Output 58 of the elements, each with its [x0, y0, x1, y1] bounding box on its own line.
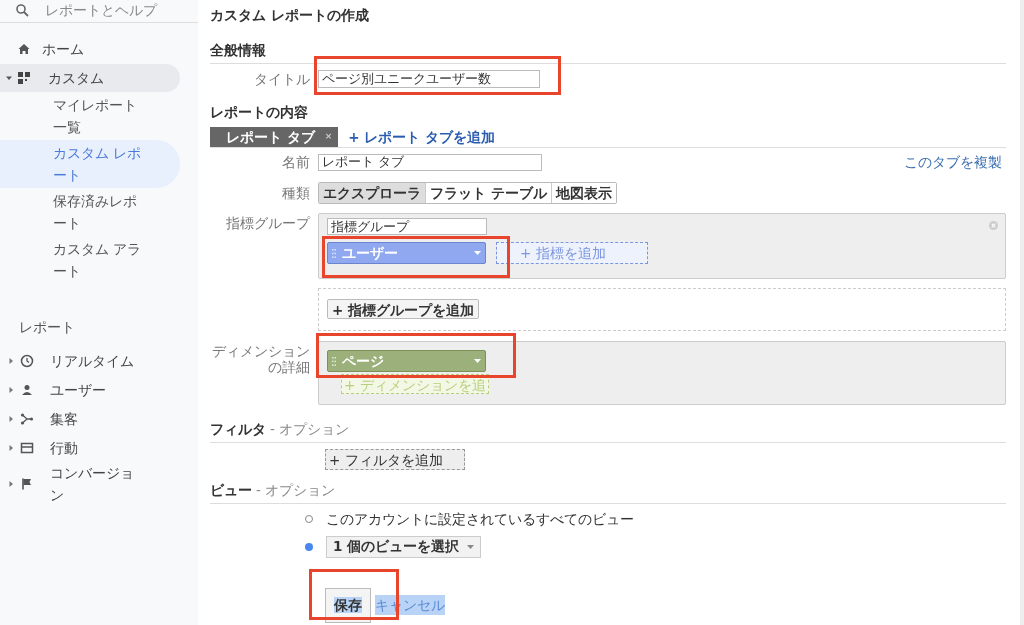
section-heading: ビュー [210, 481, 252, 501]
section-heading: レポートの内容 [210, 103, 309, 122]
group-name-field[interactable]: 指標グループ [327, 218, 487, 235]
nav-item[interactable]: ユーザー [0, 375, 180, 404]
field-label: 名前 [281, 152, 311, 172]
person-icon [20, 382, 34, 397]
radio-button[interactable] [305, 542, 313, 551]
nav-item[interactable]: 行動 [0, 433, 180, 462]
field-label: タイトル [253, 69, 311, 89]
dropdown-arrow-icon[interactable] [467, 544, 475, 549]
dropdown-arrow-icon[interactable] [474, 359, 481, 363]
clock-icon [20, 353, 34, 368]
caret-icon[interactable] [8, 357, 14, 364]
page-title: カスタム レポートの作成 [210, 6, 370, 25]
title-field[interactable]: ページ別ユニークユーザー数 [318, 70, 540, 88]
duplicate-link[interactable]: このタブを複製 [904, 151, 1002, 173]
dashboard-icon [18, 72, 30, 84]
view-dropdown[interactable]: 1 個のビューを選択 [326, 535, 482, 558]
search-label[interactable]: レポートとヘルプ [45, 3, 157, 17]
add-tab-link[interactable]: + レポート タブを追加 [348, 127, 495, 147]
add-filter-button[interactable]: + フィルタを追加 [325, 449, 465, 470]
nav-item[interactable]: ホーム [0, 35, 180, 63]
field-label: の詳細 [268, 359, 310, 375]
caret-icon[interactable] [6, 75, 12, 81]
flag-icon [20, 477, 34, 491]
radio-button[interactable] [305, 515, 313, 524]
grip-icon[interactable] [332, 248, 336, 258]
field-label: ディメンション [212, 343, 310, 359]
radio-label: このアカウントに設定されているすべてのビュー [326, 510, 634, 530]
window-icon [20, 440, 34, 455]
search-icon[interactable] [16, 3, 29, 17]
section-heading: レポート [18, 318, 76, 337]
branch-icon [20, 411, 34, 426]
add-group-button[interactable]: + 指標グループを追加 [327, 299, 479, 319]
nav-item[interactable]: 集客 [0, 404, 180, 433]
caret-icon[interactable] [8, 444, 14, 451]
nav-subitem[interactable]: カスタム アラート [0, 236, 180, 284]
home-icon [18, 43, 30, 55]
section-heading: 全般情報 [210, 40, 1006, 64]
field-label: 指標グループ [225, 214, 312, 233]
caret-icon[interactable] [8, 481, 14, 487]
caret-icon[interactable] [8, 415, 14, 422]
nav-item[interactable]: コンバージョン [0, 462, 180, 506]
nav-item[interactable]: リアルタイム [0, 346, 180, 375]
nav-item[interactable]: カスタム [0, 64, 180, 92]
dropdown-arrow-icon[interactable] [474, 251, 481, 255]
report-tab[interactable]: レポート タブ × [210, 127, 339, 147]
field-label: 種類 [281, 183, 311, 203]
nav-subitem[interactable]: マイレポート一覧 [0, 92, 180, 140]
nav-subitem[interactable]: カスタム レポート [0, 140, 180, 188]
type-toggle[interactable]: エクスプローラ [319, 183, 426, 203]
nav-subitem[interactable]: 保存済みレポート [0, 188, 180, 236]
name-field[interactable]: レポート タブ [318, 153, 542, 171]
caret-icon[interactable] [8, 386, 14, 393]
grip-icon[interactable] [332, 356, 336, 366]
section-heading: フィルタ [210, 420, 266, 439]
section-note: - オプション [270, 420, 350, 439]
section-note: - オプション [256, 481, 336, 501]
